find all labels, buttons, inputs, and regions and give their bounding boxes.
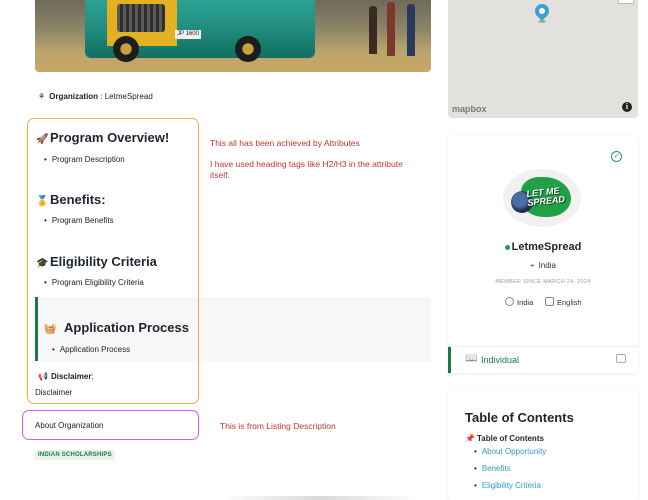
- hero-image: JP 1600: [35, 0, 431, 72]
- map-pin-icon[interactable]: [532, 1, 552, 21]
- toc-link[interactable]: Benefits: [474, 464, 511, 473]
- globe-icon: [505, 297, 514, 306]
- organization-logo[interactable]: LET ME SPREAD: [503, 169, 581, 227]
- country-meta: India: [505, 297, 533, 307]
- map-zoom-control[interactable]: [618, 0, 634, 4]
- bus-illustration: JP 1600: [85, 0, 315, 62]
- location-pin-icon: ⌖: [530, 261, 535, 270]
- info-icon[interactable]: i: [622, 102, 632, 112]
- graduation-cap-icon: 🎓: [36, 258, 49, 269]
- language-icon: [545, 297, 554, 306]
- location-map[interactable]: mapbox i: [448, 0, 638, 118]
- tree-icon: ⚘: [38, 92, 46, 101]
- toc-subtitle: 📌 Table of Contents: [465, 434, 544, 443]
- list-item: Program Benefits: [44, 216, 114, 225]
- scroll-shadow: [220, 496, 420, 500]
- member-since: MEMBER SINCE MARCH 24, 2024: [495, 279, 591, 285]
- organization-type-label: Individual: [481, 355, 520, 365]
- list-item: Program Eligibility Criteria: [44, 278, 144, 287]
- pin-icon: 📌: [465, 434, 475, 443]
- basket-icon: 🧺: [44, 324, 57, 335]
- table-of-contents: Table of Contents 📌Table of Contents Abo…: [448, 390, 638, 500]
- organization-label: Organization: [49, 92, 99, 101]
- organization-name[interactable]: LetmeSpread: [448, 241, 638, 253]
- organization-type: 📖 Individual: [448, 347, 638, 373]
- mapbox-logo[interactable]: mapbox: [452, 104, 487, 114]
- section-heading-eligibility: 🎓 Eligibility Criteria: [36, 254, 157, 269]
- about-organization-text: About Organization: [35, 421, 104, 430]
- category-tag[interactable]: INDIAN SCHOLARSHIPS: [35, 450, 115, 460]
- disclaimer-heading: 📢 Disclaimer:: [38, 372, 94, 381]
- language-meta: English: [545, 297, 582, 307]
- list-item: Application Process: [52, 345, 130, 354]
- comment-icon[interactable]: [616, 354, 626, 363]
- toc-link[interactable]: Eligibility Criteria: [474, 481, 541, 490]
- disclaimer-text: Disclaimer: [35, 388, 73, 397]
- rocket-icon: 🚀: [36, 134, 49, 145]
- list-item: Program Description: [44, 155, 125, 164]
- organization-location: ⌖ India: [530, 261, 556, 270]
- verified-icon: ✓: [611, 151, 622, 162]
- section-heading-application: 🧺 Application Process: [44, 320, 189, 335]
- annotation-note-headings: I have used heading tags like H2/H3 in t…: [210, 159, 403, 180]
- annotation-note-listing: This is from Listing Description: [220, 421, 336, 431]
- megaphone-icon: 📢: [38, 372, 48, 381]
- online-status-dot: [504, 244, 510, 250]
- toc-title: Table of Contents: [465, 410, 574, 425]
- section-heading-benefits: 🏅 Benefits:: [36, 192, 106, 207]
- toc-link[interactable]: About Opportunity: [474, 447, 546, 456]
- organization-line: ⚘ Organization : LetmeSpread: [38, 92, 153, 101]
- organization-profile-card: ✓ LET ME SPREAD LetmeSpread ⌖ India MEMBER…: [448, 135, 638, 373]
- license-plate: JP 1600: [175, 30, 201, 39]
- organization-value: LetmeSpread: [104, 92, 153, 101]
- section-heading-overview: 🚀 Program Overview!: [36, 130, 170, 145]
- award-icon: 🏅: [36, 196, 49, 207]
- book-icon: 📖: [465, 353, 478, 364]
- annotation-note-attributes: This all has been achieved by Attributes: [210, 138, 360, 148]
